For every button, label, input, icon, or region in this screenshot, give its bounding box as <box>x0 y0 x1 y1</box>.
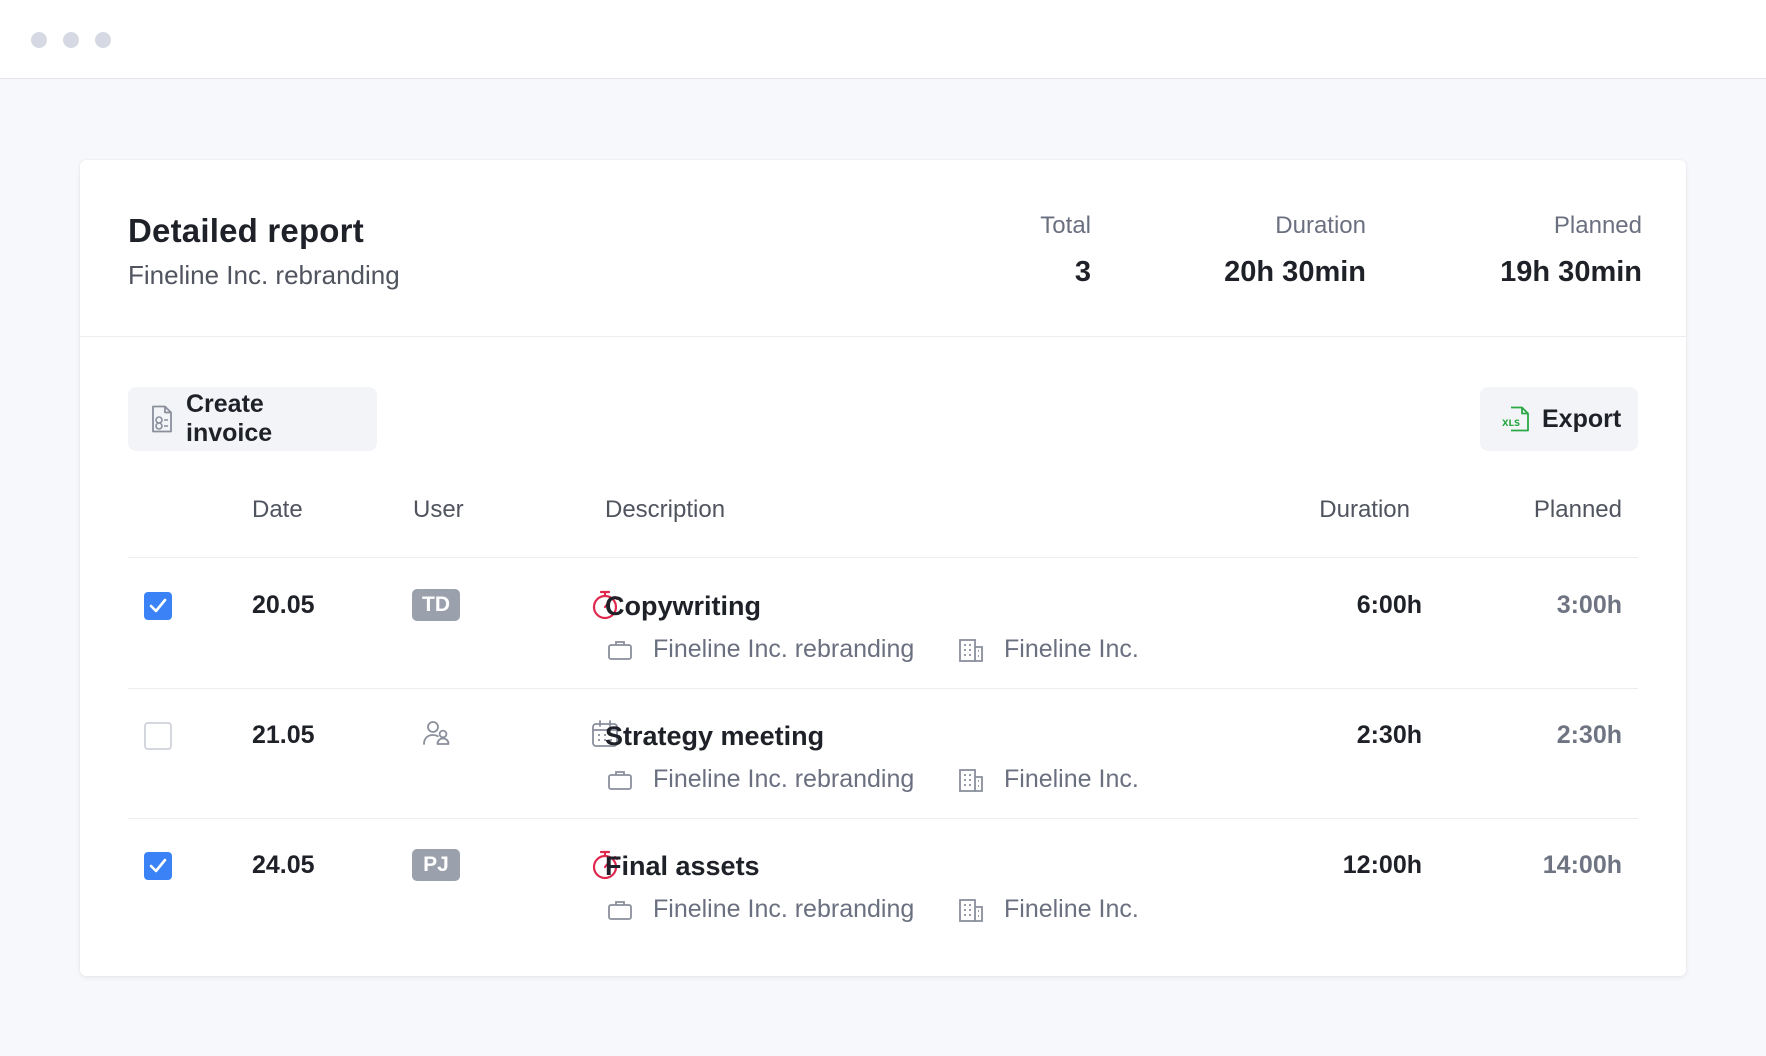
report-card: Detailed report Fineline Inc. rebranding… <box>80 160 1686 976</box>
row-project: Fineline Inc. rebranding <box>607 635 914 664</box>
report-subtitle: Fineline Inc. rebranding <box>128 260 400 290</box>
row-date: 21.05 <box>252 721 315 749</box>
row-project-name: Fineline Inc. rebranding <box>653 765 915 793</box>
row-client: Fineline Inc. <box>958 765 1139 794</box>
stat-total-label: Total <box>1040 212 1091 239</box>
row-client-name: Fineline Inc. <box>1004 765 1139 793</box>
row-project: Fineline Inc. rebranding <box>607 895 914 924</box>
svg-text:XLS: XLS <box>1502 419 1520 429</box>
window-title-bar <box>0 0 1766 79</box>
row-planned: 3:00h <box>1556 591 1622 619</box>
check-icon <box>149 858 167 873</box>
building-icon <box>959 638 983 662</box>
row-client-name: Fineline Inc. <box>1004 895 1139 923</box>
window-minimize-dot[interactable] <box>63 32 79 48</box>
stat-duration-value: 20h 30min <box>1224 256 1366 288</box>
table-row[interactable]: 21.05 Strategy meeting Fineline Inc. reb… <box>128 689 1638 819</box>
row-title[interactable]: Final assets <box>605 851 760 882</box>
building-icon <box>959 768 983 792</box>
users-icon[interactable] <box>422 719 452 747</box>
briefcase-icon <box>608 770 632 790</box>
column-header-description[interactable]: Description <box>605 496 725 524</box>
row-duration: 12:00h <box>1342 851 1422 879</box>
column-header-user[interactable]: User <box>413 496 464 524</box>
table-header: Date User Description Duration Planned <box>128 496 1638 558</box>
xls-file-icon: XLS <box>1502 406 1529 432</box>
row-project-name: Fineline Inc. rebranding <box>653 895 915 923</box>
export-label: Export <box>1542 404 1622 433</box>
row-client: Fineline Inc. <box>958 895 1139 924</box>
row-client: Fineline Inc. <box>958 635 1139 664</box>
stat-duration-label: Duration <box>1275 212 1366 239</box>
create-invoice-label: Create invoice <box>186 390 273 447</box>
stat-duration: Duration 20h 30min <box>1224 212 1366 289</box>
window-maximize-dot[interactable] <box>95 32 111 48</box>
briefcase-icon <box>608 900 632 920</box>
stat-total-value: 3 <box>1074 256 1091 288</box>
row-title[interactable]: Strategy meeting <box>605 721 824 752</box>
stat-total: Total 3 <box>1040 212 1091 289</box>
column-header-date[interactable]: Date <box>252 496 303 524</box>
row-title[interactable]: Copywriting <box>605 591 761 622</box>
report-title: Detailed report <box>128 212 364 249</box>
column-header-duration[interactable]: Duration <box>1319 496 1410 524</box>
building-icon <box>959 898 983 922</box>
row-checkbox[interactable] <box>144 722 172 750</box>
row-project: Fineline Inc. rebranding <box>607 765 914 794</box>
user-avatar[interactable]: PJ <box>412 849 460 881</box>
column-header-planned[interactable]: Planned <box>1534 496 1622 524</box>
user-avatar[interactable]: TD <box>412 589 460 621</box>
table-row[interactable]: 24.05 PJ Final assets Fineline Inc. rebr… <box>128 819 1638 949</box>
stat-planned: Planned 19h 30min <box>1500 212 1642 289</box>
row-date: 24.05 <box>252 851 315 879</box>
row-client-name: Fineline Inc. <box>1004 635 1139 663</box>
row-checkbox[interactable] <box>144 852 172 880</box>
briefcase-icon <box>608 640 632 660</box>
row-project-name: Fineline Inc. rebranding <box>653 635 915 663</box>
table-row[interactable]: 20.05 TD Copywriting Fineline Inc. rebra… <box>128 559 1638 689</box>
create-invoice-button[interactable]: Create invoice <box>128 387 377 451</box>
invoice-icon <box>152 405 172 433</box>
check-icon <box>149 598 167 613</box>
export-button[interactable]: XLS Export <box>1480 387 1638 451</box>
row-planned: 14:00h <box>1542 851 1622 879</box>
row-date: 20.05 <box>252 591 315 619</box>
row-checkbox[interactable] <box>144 592 172 620</box>
row-duration: 6:00h <box>1356 591 1422 619</box>
report-header: Detailed report Fineline Inc. rebranding… <box>80 160 1686 337</box>
row-duration: 2:30h <box>1356 721 1422 749</box>
stat-planned-value: 19h 30min <box>1500 256 1642 288</box>
row-planned: 2:30h <box>1556 721 1622 749</box>
stat-planned-label: Planned <box>1553 212 1642 239</box>
window-close-dot[interactable] <box>31 32 47 48</box>
